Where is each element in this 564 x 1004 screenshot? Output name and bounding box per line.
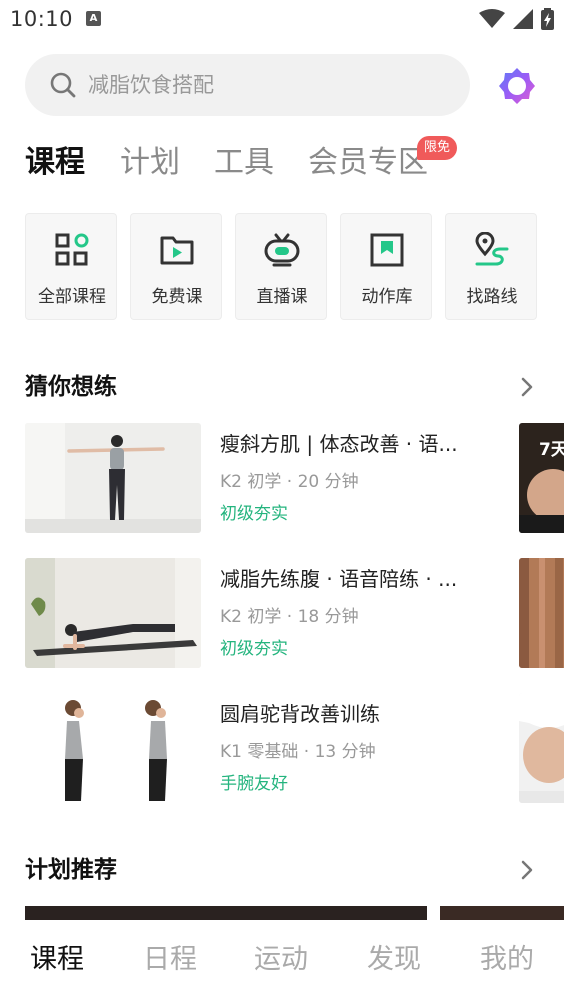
course-title: 减脂先练腹 · 语音陪练 · ... [220, 567, 458, 591]
peek-thumbnail-image[interactable] [519, 693, 564, 803]
status-bar: 10:10 A [0, 0, 564, 40]
course-thumbnail-image [25, 558, 201, 668]
course-tag: 初级夯实 [220, 639, 288, 659]
plan-section-header[interactable]: 计划推荐 [25, 850, 539, 890]
bookmark-square-icon [370, 233, 404, 267]
course-item[interactable]: 瘦斜方肌 | 体态改善 · 语... K2 初学 · 20 分钟 初级夯实 7天 [25, 423, 564, 533]
battery-icon [541, 8, 554, 30]
tab-plans[interactable]: 计划 [120, 138, 180, 188]
status-time: 10:10 [10, 7, 74, 31]
peek-thumbnail-image[interactable] [519, 558, 564, 668]
course-meta: K1 零基础 · 13 分钟 [220, 742, 376, 762]
tool-label: 直播课 [256, 287, 308, 307]
course-meta: K2 初学 · 18 分钟 [220, 607, 359, 627]
tool-exercise-library[interactable]: 动作库 [340, 213, 432, 320]
course-meta: K2 初学 · 20 分钟 [220, 472, 359, 492]
section-title: 计划推荐 [25, 857, 117, 883]
tool-label: 全部课程 [38, 287, 106, 307]
nav-schedule[interactable]: 日程 [143, 940, 197, 980]
bottom-nav: 课程 日程 运动 发现 我的 [0, 920, 564, 1004]
ai-assistant-icon[interactable] [497, 66, 537, 106]
tool-label: 找路线 [466, 287, 518, 307]
folder-play-icon [160, 236, 194, 265]
status-icons [479, 8, 554, 30]
limited-free-badge: 限免 [417, 136, 457, 160]
course-tag: 手腕友好 [220, 774, 288, 794]
peek-thumbnail-image[interactable]: 7天 [519, 423, 564, 533]
search-bar[interactable]: 减脂饮食搭配 [25, 54, 470, 116]
nav-me[interactable]: 我的 [480, 940, 534, 980]
tool-live-courses[interactable]: 直播课 [235, 213, 327, 320]
tab-tools[interactable]: 工具 [214, 138, 274, 188]
nav-courses[interactable]: 课程 [30, 940, 84, 980]
chevron-right-icon[interactable] [515, 858, 539, 882]
course-tag: 初级夯实 [220, 504, 288, 524]
tool-free-courses[interactable]: 免费课 [130, 213, 222, 320]
peek-label: 7天 [539, 440, 564, 460]
plan-card-image[interactable] [25, 906, 427, 920]
grid-icon [55, 233, 89, 266]
tool-all-courses[interactable]: 全部课程 [25, 213, 117, 320]
tab-member-zone[interactable]: 会员专区 [308, 138, 428, 188]
wifi-icon [479, 9, 505, 28]
section-title: 猜你想练 [25, 374, 117, 400]
guess-section-header[interactable]: 猜你想练 [25, 367, 539, 407]
tool-label: 动作库 [361, 287, 413, 307]
course-item[interactable]: 减脂先练腹 · 语音陪练 · ... K2 初学 · 18 分钟 初级夯实 [25, 558, 564, 668]
search-icon [50, 72, 76, 98]
signal-icon [513, 9, 533, 29]
nav-discover[interactable]: 发现 [367, 940, 421, 980]
tool-find-route[interactable]: 找路线 [445, 213, 537, 320]
route-pin-icon [475, 232, 509, 266]
search-placeholder: 减脂饮食搭配 [88, 73, 214, 97]
live-tv-icon [264, 233, 300, 267]
course-title: 瘦斜方肌 | 体态改善 · 语... [220, 432, 458, 456]
tool-label: 免费课 [151, 287, 203, 307]
nav-exercise[interactable]: 运动 [254, 940, 308, 980]
tool-grid: 全部课程 免费课 直播课 动作库 找路线 [25, 213, 545, 320]
course-item[interactable]: 圆肩驼背改善训练 K1 零基础 · 13 分钟 手腕友好 [25, 693, 564, 803]
chevron-right-icon[interactable] [515, 375, 539, 399]
plan-card-image[interactable] [440, 906, 564, 920]
tab-courses[interactable]: 课程 [25, 138, 85, 188]
course-title: 圆肩驼背改善训练 [220, 702, 380, 726]
notification-icon: A [86, 11, 101, 26]
course-thumbnail-image [25, 693, 201, 803]
course-thumbnail-image [25, 423, 201, 533]
